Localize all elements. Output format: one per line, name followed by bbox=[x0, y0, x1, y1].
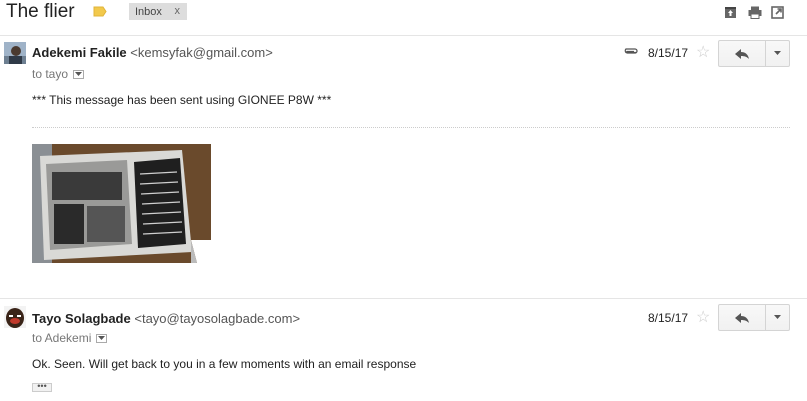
remove-label-button[interactable]: x bbox=[175, 5, 181, 17]
sender-email: <kemsyfak@gmail.com> bbox=[130, 45, 273, 60]
reply-button-group bbox=[718, 40, 790, 67]
attachment-divider bbox=[32, 127, 790, 128]
avatar bbox=[4, 306, 26, 328]
reply-button[interactable] bbox=[719, 305, 766, 330]
attachment-icon bbox=[624, 48, 638, 54]
email-subject: The flier bbox=[6, 1, 75, 22]
chevron-down-icon bbox=[774, 51, 781, 55]
star-icon[interactable]: ☆ bbox=[696, 310, 710, 326]
sender-name-text: Tayo Solagbade bbox=[32, 311, 131, 326]
important-marker-icon[interactable] bbox=[93, 6, 107, 17]
message-date[interactable]: 8/15/17 bbox=[648, 46, 688, 60]
attachment-thumbnail[interactable] bbox=[32, 144, 211, 263]
label-chip-inbox: Inbox x bbox=[129, 3, 187, 20]
chevron-down-icon bbox=[75, 71, 83, 76]
archive-icon[interactable] bbox=[724, 6, 737, 19]
more-actions-button[interactable] bbox=[766, 41, 789, 66]
reply-button[interactable] bbox=[719, 41, 766, 66]
avatar bbox=[4, 42, 26, 64]
sender-email: <tayo@tayosolagbade.com> bbox=[134, 311, 301, 326]
recipients-text: to Adekemi bbox=[32, 331, 92, 345]
reply-icon bbox=[735, 48, 749, 59]
reply-button-group bbox=[718, 304, 790, 331]
sender-name[interactable]: Adekemi Fakile <kemsyfak@gmail.com> bbox=[32, 45, 273, 60]
reply-icon bbox=[735, 312, 749, 323]
show-details-button[interactable] bbox=[96, 333, 108, 343]
show-trimmed-content-button[interactable]: ••• bbox=[32, 382, 52, 392]
message-body: *** This message has been sent using GIO… bbox=[32, 93, 332, 107]
print-icon[interactable] bbox=[748, 6, 762, 19]
sender-name[interactable]: Tayo Solagbade <tayo@tayosolagbade.com> bbox=[32, 311, 300, 326]
star-icon[interactable]: ☆ bbox=[696, 45, 710, 61]
message-divider bbox=[0, 298, 807, 299]
label-chip-text: Inbox bbox=[135, 5, 162, 18]
header-divider bbox=[0, 35, 807, 36]
recipients-text: to tayo bbox=[32, 67, 69, 81]
chevron-down-icon bbox=[98, 335, 106, 340]
chevron-down-icon bbox=[774, 315, 781, 319]
recipients-line: to Adekemi bbox=[32, 331, 108, 345]
more-actions-button[interactable] bbox=[766, 305, 789, 330]
message-date[interactable]: 8/15/17 bbox=[648, 311, 688, 325]
message-body: Ok. Seen. Will get back to you in a few … bbox=[32, 357, 417, 371]
open-in-new-window-icon[interactable] bbox=[771, 6, 784, 19]
show-details-button[interactable] bbox=[73, 69, 85, 79]
recipients-line: to tayo bbox=[32, 67, 85, 81]
sender-name-text: Adekemi Fakile bbox=[32, 45, 127, 60]
